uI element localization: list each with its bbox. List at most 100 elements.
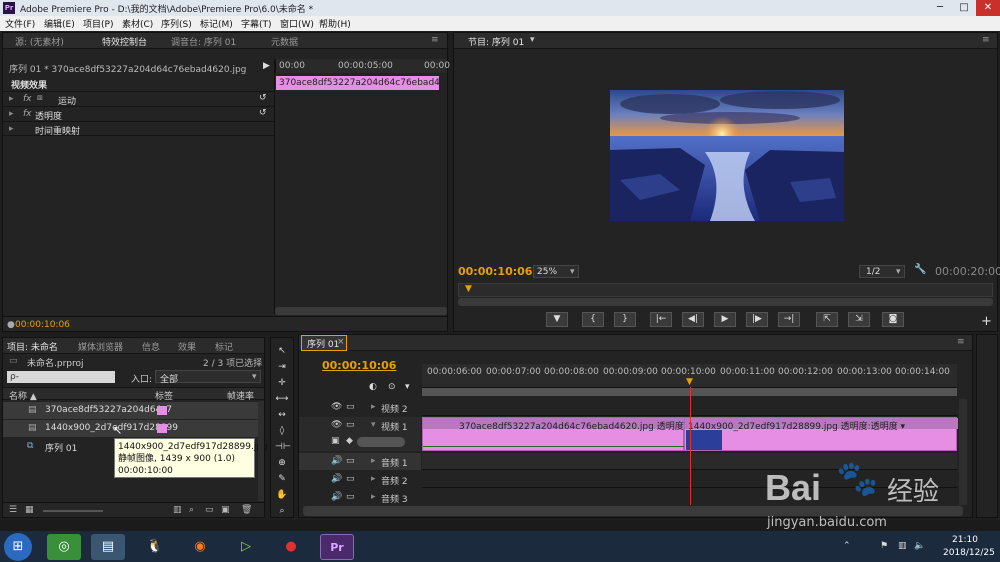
tray-icon[interactable]: ⚑: [880, 541, 888, 551]
menu-edit[interactable]: 编辑(E): [44, 17, 75, 30]
speaker-icon[interactable]: 🔊: [331, 474, 342, 484]
volume-icon[interactable]: 🔈: [914, 541, 925, 551]
firefox-icon[interactable]: ◉: [183, 534, 217, 560]
list-item[interactable]: ▤ 370ace8df53227a204d64c7: [3, 402, 258, 419]
panel-menu-icon[interactable]: ≡: [982, 35, 990, 45]
slip-tool-icon[interactable]: ⊣⊢: [275, 441, 291, 453]
add-marker-button[interactable]: ▼: [546, 312, 568, 327]
ripple-edit-tool-icon[interactable]: ✛: [275, 377, 289, 389]
menu-marker[interactable]: 标记(M): [200, 17, 233, 30]
program-time-ruler[interactable]: ▼: [458, 283, 993, 297]
new-bin-icon[interactable]: ▭: [205, 505, 214, 515]
add-button-icon[interactable]: +: [981, 314, 992, 329]
minimize-button[interactable]: ─: [928, 0, 952, 16]
premiere-taskbar-icon[interactable]: Pr: [320, 534, 354, 560]
search-icon[interactable]: ⌕: [189, 505, 194, 515]
reset-icon[interactable]: ↺: [259, 108, 267, 118]
lock-icon[interactable]: ▭: [346, 492, 355, 502]
play-icon[interactable]: ▶: [263, 61, 270, 71]
close-tab-icon[interactable]: ×: [337, 337, 345, 347]
search-input[interactable]: ρ-: [7, 371, 115, 383]
timeline-clip[interactable]: 1440x900_2d7edf917d28899.jpg 透明度:透明度 ▾: [684, 417, 958, 451]
icon-view-icon[interactable]: ▦: [25, 505, 34, 515]
maximize-button[interactable]: □: [952, 0, 976, 16]
close-button[interactable]: ✕: [976, 0, 1000, 16]
display-style-icon[interactable]: ▣: [331, 436, 340, 446]
col-label[interactable]: 标签: [155, 389, 173, 402]
zoom-tool-icon[interactable]: ⌕: [275, 505, 289, 517]
tab-sequence[interactable]: 序列 01: [307, 337, 339, 350]
trash-icon[interactable]: 🗑: [241, 505, 252, 515]
zoom-select[interactable]: 25% ▾: [533, 265, 579, 278]
tab-markers[interactable]: 标记: [215, 340, 233, 353]
panel-menu-icon[interactable]: ≡: [957, 337, 965, 347]
tab-media-browser[interactable]: 媒体浏览器: [78, 340, 123, 353]
resolution-select[interactable]: 1/2 ▾: [859, 265, 905, 278]
project-scrollbar[interactable]: [258, 401, 264, 501]
effect-row-time-remap[interactable]: ▸ 时间重映射: [3, 121, 274, 137]
timeline-ruler[interactable]: 00:00:06:00 00:00:07:00 00:00:08:00 00:0…: [422, 364, 957, 388]
wrench-icon[interactable]: 🔧: [914, 264, 926, 275]
menu-title[interactable]: 字幕(T): [241, 17, 272, 30]
timeline-clip[interactable]: 370ace8df53227a204d64c76ebad4620.jpg 透明度…: [422, 417, 721, 451]
network-icon[interactable]: ▥: [898, 541, 907, 551]
col-name[interactable]: 名称 ▲: [9, 389, 37, 402]
marker-icon[interactable]: ⊙: [388, 382, 396, 392]
program-zoom-bar[interactable]: [458, 298, 993, 306]
menu-clip[interactable]: 素材(C): [122, 17, 153, 30]
play-button[interactable]: ▶: [714, 312, 736, 327]
entry-select[interactable]: 全部 ▾: [155, 370, 261, 385]
tab-source[interactable]: 源: (无素材): [15, 35, 64, 48]
sequence-timecode[interactable]: 00:00:10:06: [322, 359, 396, 372]
step-back-button[interactable]: ◀|: [682, 312, 704, 327]
recorder-icon[interactable]: ●: [274, 534, 308, 560]
rate-stretch-tool-icon[interactable]: ↔: [275, 409, 289, 421]
automate-icon[interactable]: ▥: [173, 505, 182, 515]
eye-icon[interactable]: 👁: [331, 402, 342, 412]
go-to-out-button[interactable]: →|: [778, 312, 800, 327]
zoom-slider[interactable]: [43, 510, 103, 512]
step-forward-button[interactable]: |▶: [746, 312, 768, 327]
tab-effect-controls[interactable]: 特效控制台: [102, 35, 147, 48]
effect-row-opacity[interactable]: ▸ fx 透明度 ↺: [3, 106, 274, 122]
effect-row-motion[interactable]: ▸ fx ⧈ 运动 ↺: [3, 91, 274, 107]
go-to-in-button[interactable]: |←: [650, 312, 672, 327]
selection-tool-icon[interactable]: ↖: [275, 345, 289, 357]
lock-icon[interactable]: ▭: [346, 474, 355, 484]
export-frame-button[interactable]: ◙: [882, 312, 904, 327]
tab-project[interactable]: 项目: 未命名: [7, 340, 58, 353]
new-item-icon[interactable]: ▣: [221, 505, 230, 515]
add-marker-icon[interactable]: ▾: [405, 382, 410, 392]
eye-icon[interactable]: 👁: [331, 420, 342, 430]
lift-button[interactable]: ⇱: [816, 312, 838, 327]
keyframe-icon[interactable]: ◆: [346, 436, 353, 446]
effects-timecode[interactable]: 00:00:10:06: [15, 320, 70, 330]
track-select-tool-icon[interactable]: ⇥: [275, 361, 289, 373]
start-button-icon[interactable]: ⊞: [4, 533, 32, 561]
clock-time[interactable]: 21:10: [952, 535, 978, 545]
lock-icon[interactable]: ▭: [346, 420, 355, 430]
effects-clip-bar[interactable]: 370ace8df53227a204d64c76ebad4620.jpg: [276, 76, 439, 90]
list-view-icon[interactable]: ☰: [9, 505, 17, 515]
playhead-icon[interactable]: ▼: [686, 377, 693, 387]
program-timecode[interactable]: 00:00:10:06: [458, 265, 532, 278]
lock-icon[interactable]: ▭: [346, 456, 355, 466]
menu-file[interactable]: 文件(F): [5, 17, 35, 30]
tab-program[interactable]: 节目: 序列 01: [468, 35, 524, 48]
speaker-icon[interactable]: 🔊: [331, 456, 342, 466]
file-explorer-icon[interactable]: ▤: [91, 534, 125, 560]
effects-scrollbar[interactable]: [275, 307, 447, 315]
menu-sequence[interactable]: 序列(S): [161, 17, 192, 30]
playhead-icon[interactable]: ▼: [465, 284, 472, 294]
menu-project[interactable]: 项目(P): [83, 17, 113, 30]
slide-tool-icon[interactable]: ⊕: [275, 457, 289, 469]
effects-ruler[interactable]: 00:00 00:00:05:00 00:00: [275, 59, 450, 73]
browser-icon[interactable]: ◎: [47, 534, 81, 560]
tab-effects[interactable]: 效果: [178, 340, 196, 353]
tray-arrow-icon[interactable]: ⌃: [843, 541, 851, 551]
media-app-icon[interactable]: ▷: [229, 534, 263, 560]
tab-audio-mixer[interactable]: 调音台: 序列 01: [171, 35, 236, 48]
list-item[interactable]: ▤ 1440x900_2d7edf917d28899: [3, 420, 258, 437]
lock-icon[interactable]: ▭: [346, 402, 355, 412]
qq-icon[interactable]: 🐧: [138, 534, 172, 560]
